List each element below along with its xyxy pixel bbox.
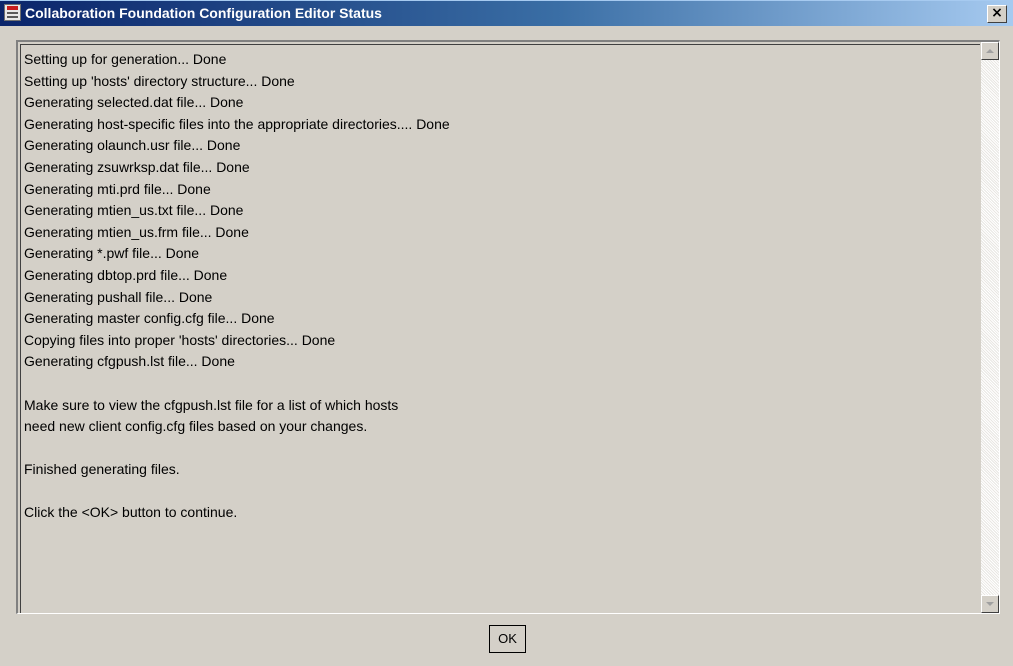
close-button[interactable]: × <box>987 5 1007 23</box>
status-line: need new client config.cfg files based o… <box>24 418 368 435</box>
status-line: Generating host-specific files into the … <box>24 115 450 132</box>
status-dialog: Collaboration Foundation Configuration E… <box>0 0 1013 666</box>
scroll-down-button[interactable] <box>981 595 999 613</box>
close-icon: × <box>991 5 1003 21</box>
status-line <box>24 373 976 395</box>
status-line: Generating zsuwrksp.dat file... Done <box>24 158 250 175</box>
title-bar[interactable]: Collaboration Foundation Configuration E… <box>0 0 1013 26</box>
scroll-down-arrow-icon <box>986 602 994 606</box>
status-line: Click the <OK> button to continue. <box>24 504 238 521</box>
scroll-up-button[interactable] <box>981 42 999 60</box>
status-line: Generating master config.cfg file... Don… <box>24 310 275 327</box>
status-text-area[interactable]: Setting up for generation... Done Setting… <box>16 40 1000 614</box>
app-icon-line <box>7 16 18 18</box>
status-line: Generating pushall file... Done <box>24 288 213 305</box>
status-line: Finished generating files. <box>24 461 180 478</box>
status-line <box>24 481 976 503</box>
status-line: Generating mtien_us.txt file... Done <box>24 202 244 219</box>
status-line: Make sure to view the cfgpush.lst file f… <box>24 396 399 413</box>
ok-button[interactable]: OK <box>489 625 526 653</box>
status-line: Copying files into proper 'hosts' direct… <box>24 331 336 348</box>
status-line: Setting up for generation... Done <box>24 51 227 67</box>
status-line: Generating mtien_us.frm file... Done <box>24 223 249 240</box>
scroll-up-arrow-icon <box>986 49 994 53</box>
vertical-scrollbar[interactable] <box>981 42 999 613</box>
status-line: Generating dbtop.prd file... Done <box>24 266 228 283</box>
status-log: Setting up for generation... Done Setting… <box>24 49 976 524</box>
app-icon-line <box>7 12 18 14</box>
window-title: Collaboration Foundation Configuration E… <box>25 5 382 21</box>
app-icon[interactable] <box>4 4 21 21</box>
status-line: Setting up 'hosts' directory structure..… <box>24 72 295 89</box>
app-icon-red-bar <box>7 6 18 10</box>
status-line <box>24 438 976 460</box>
status-line: Generating *.pwf file... Done <box>24 245 200 262</box>
status-text-viewport: Setting up for generation... Done Setting… <box>20 44 980 613</box>
status-line: Generating selected.dat file... Done <box>24 94 244 111</box>
status-line: Generating cfgpush.lst file... Done <box>24 353 235 370</box>
status-line: Generating olaunch.usr file... Done <box>24 137 241 154</box>
status-line: Generating mti.prd file... Done <box>24 180 211 197</box>
